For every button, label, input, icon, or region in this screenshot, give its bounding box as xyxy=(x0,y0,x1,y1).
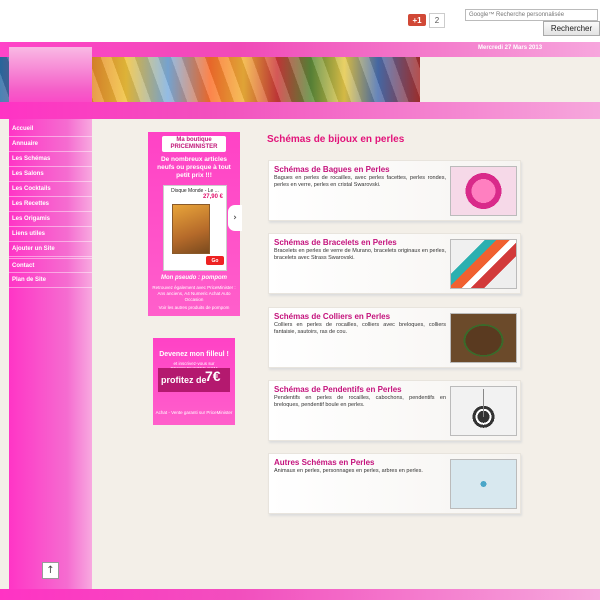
search-input[interactable]: Google™ Recherche personnalisée xyxy=(465,9,598,21)
ad-more-products-link[interactable]: Voir les autres produits de pompom xyxy=(150,305,238,310)
current-date: Mercredi 27 Mars 2013 xyxy=(478,45,543,51)
priceminister-referral-ad[interactable]: Devenez mon filleul ! et inscrivez-vous … xyxy=(153,338,235,425)
card-autres[interactable]: Autres Schémas en Perles Animaux en perl… xyxy=(268,453,521,514)
logo-line-1: Ma boutique xyxy=(176,137,212,143)
card-description: Pendentifs en perles de rocailles, caboc… xyxy=(274,395,446,408)
scroll-to-top-button[interactable]: ↑ xyxy=(42,562,59,579)
sidebar-item-schemas[interactable]: Les Schémas xyxy=(9,152,92,167)
sidebar-item-liens[interactable]: Liens utiles xyxy=(9,227,92,242)
pendant-image[interactable] xyxy=(450,386,517,436)
card-title[interactable]: Schémas de Bracelets en Perles xyxy=(274,238,397,247)
product-title: Disque Monde - Le ... xyxy=(171,188,219,194)
dragonfly-image[interactable] xyxy=(450,459,517,509)
footer-band xyxy=(0,589,600,600)
bracelet-image[interactable] xyxy=(450,239,517,289)
card-description: Bagues en perles de rocailles, avec perl… xyxy=(274,175,446,188)
page-title: Schémas de bijoux en perles xyxy=(267,134,405,145)
product-book-image xyxy=(172,204,210,254)
card-title[interactable]: Schémas de Colliers en Perles xyxy=(274,312,390,321)
priceminister-shop-ad[interactable]: Ma boutique PRICEMINISTER De nombreux ar… xyxy=(148,132,242,316)
sidebar-item-origamis[interactable]: Les Origamis xyxy=(9,212,92,227)
sidebar-item-annuaire[interactable]: Annuaire xyxy=(9,137,92,152)
nav-band xyxy=(0,102,600,119)
card-description: Bracelets en perles de verre de Murano, … xyxy=(274,248,446,261)
priceminister-logo: Ma boutique PRICEMINISTER xyxy=(162,136,226,152)
next-product-arrow-icon[interactable]: › xyxy=(228,205,242,231)
ring-image[interactable] xyxy=(450,166,517,216)
sidebar-item-salons[interactable]: Les Salons xyxy=(9,167,92,182)
referral-headline: Devenez mon filleul ! xyxy=(159,351,229,358)
banner-spacer xyxy=(420,57,600,102)
card-description: Colliers en perles de rocailles, collier… xyxy=(274,322,446,335)
google-plus-one-button[interactable]: +1 xyxy=(408,14,426,26)
ad-small-text: Retrouvez également avec PriceMinister :… xyxy=(152,285,236,302)
ad-headline: De nombreux articles neufs ou presque à … xyxy=(157,156,231,179)
card-title[interactable]: Schémas de Pendentifs en Perles xyxy=(274,385,402,394)
necklace-image[interactable] xyxy=(450,313,517,363)
sidebar-nav: Accueil Annuaire Les Schémas Les Salons … xyxy=(9,122,92,288)
card-title[interactable]: Autres Schémas en Perles xyxy=(274,458,375,467)
pendant-chain xyxy=(483,389,484,417)
card-title[interactable]: Schémas de Bagues en Perles xyxy=(274,165,390,174)
sidebar-item-accueil[interactable]: Accueil xyxy=(9,122,92,137)
card-pendentifs[interactable]: Schémas de Pendentifs en Perles Pendenti… xyxy=(268,380,521,441)
sidebar-item-cocktails[interactable]: Les Cocktails xyxy=(9,182,92,197)
go-button[interactable]: Go xyxy=(206,256,224,265)
google-plus-count: 2 xyxy=(429,13,445,28)
ad-pseudo: Mon pseudo : pompom xyxy=(161,275,227,281)
sidebar-item-ajouter-site[interactable]: Ajouter un Site xyxy=(9,242,92,257)
card-description: Animaux en perles, personnages en perles… xyxy=(274,468,423,474)
top-strip xyxy=(0,0,600,42)
referral-footer: Achat - Vente garanti sur PriceMinister xyxy=(155,410,233,415)
card-bagues[interactable]: Schémas de Bagues en Perles Bagues en pe… xyxy=(268,160,521,221)
sidebar-item-recettes[interactable]: Les Recettes xyxy=(9,197,92,212)
sidebar-item-plan[interactable]: Plan de Site xyxy=(9,273,92,288)
ad-product-card[interactable]: Disque Monde - Le ... 27,90 € Go xyxy=(163,185,227,271)
logo-line-2: PRICEMINISTER xyxy=(170,144,218,150)
product-price: 27,90 € xyxy=(202,194,223,200)
card-colliers[interactable]: Schémas de Colliers en Perles Colliers e… xyxy=(268,307,521,368)
sidebar-item-contact[interactable]: Contact xyxy=(9,258,92,273)
search-button[interactable]: Rechercher xyxy=(543,21,600,36)
referral-amount: 7€ xyxy=(205,368,221,384)
card-bracelets[interactable]: Schémas de Bracelets en Perles Bracelets… xyxy=(268,233,521,294)
sidebar: Accueil Annuaire Les Schémas Les Salons … xyxy=(9,119,92,589)
